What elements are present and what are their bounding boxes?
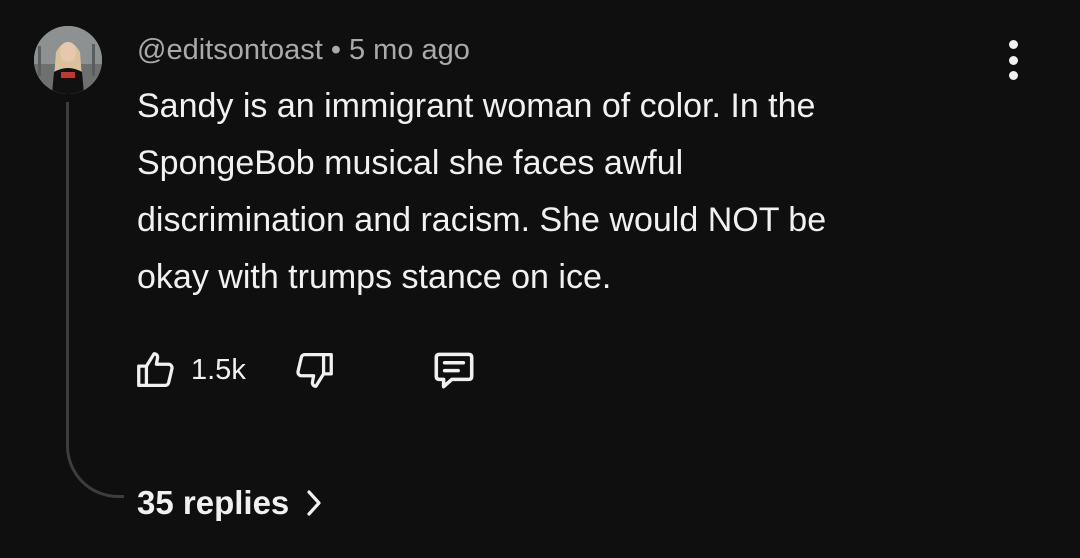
comment-timestamp: 5 mo ago xyxy=(348,34,470,66)
replies-count-label: 35 replies xyxy=(137,484,290,521)
menu-dot xyxy=(1008,40,1018,49)
comment-meta: @editsontoast • 5 mo ago xyxy=(137,30,470,70)
more-vert-icon[interactable] xyxy=(996,38,1030,82)
thread-connector-line xyxy=(66,102,124,498)
comment-text-line: okay with trumps stance on ice. xyxy=(137,258,612,296)
menu-dot xyxy=(1008,71,1018,80)
meta-separator: • xyxy=(330,34,341,66)
comment-text-line: Sandy is an immigrant woman of color. In… xyxy=(137,87,816,125)
reply-button[interactable] xyxy=(429,342,479,398)
comment-icon xyxy=(434,352,474,389)
like-count: 1.5k xyxy=(191,353,246,386)
author-handle[interactable]: @editsontoast xyxy=(137,34,323,66)
thumbs-up-icon xyxy=(137,352,174,387)
comment-text-line: discrimination and racism. She would NOT… xyxy=(137,201,827,239)
chevron-right-icon xyxy=(307,490,321,516)
view-replies-button[interactable]: 35 replies xyxy=(137,480,323,526)
avatar[interactable] xyxy=(34,26,102,94)
dislike-button[interactable] xyxy=(291,342,337,398)
comment-text-line: SpongeBob musical she faces awful xyxy=(137,144,684,182)
thumbs-down-icon xyxy=(296,353,333,388)
avatar-image xyxy=(34,26,102,94)
comment-text: Sandy is an immigrant woman of color. In… xyxy=(137,78,997,306)
menu-dot xyxy=(1008,55,1018,65)
comment-thread: @editsontoast • 5 mo ago Sandy is an immig… xyxy=(0,0,1080,558)
like-button[interactable]: 1.5k xyxy=(133,342,246,398)
